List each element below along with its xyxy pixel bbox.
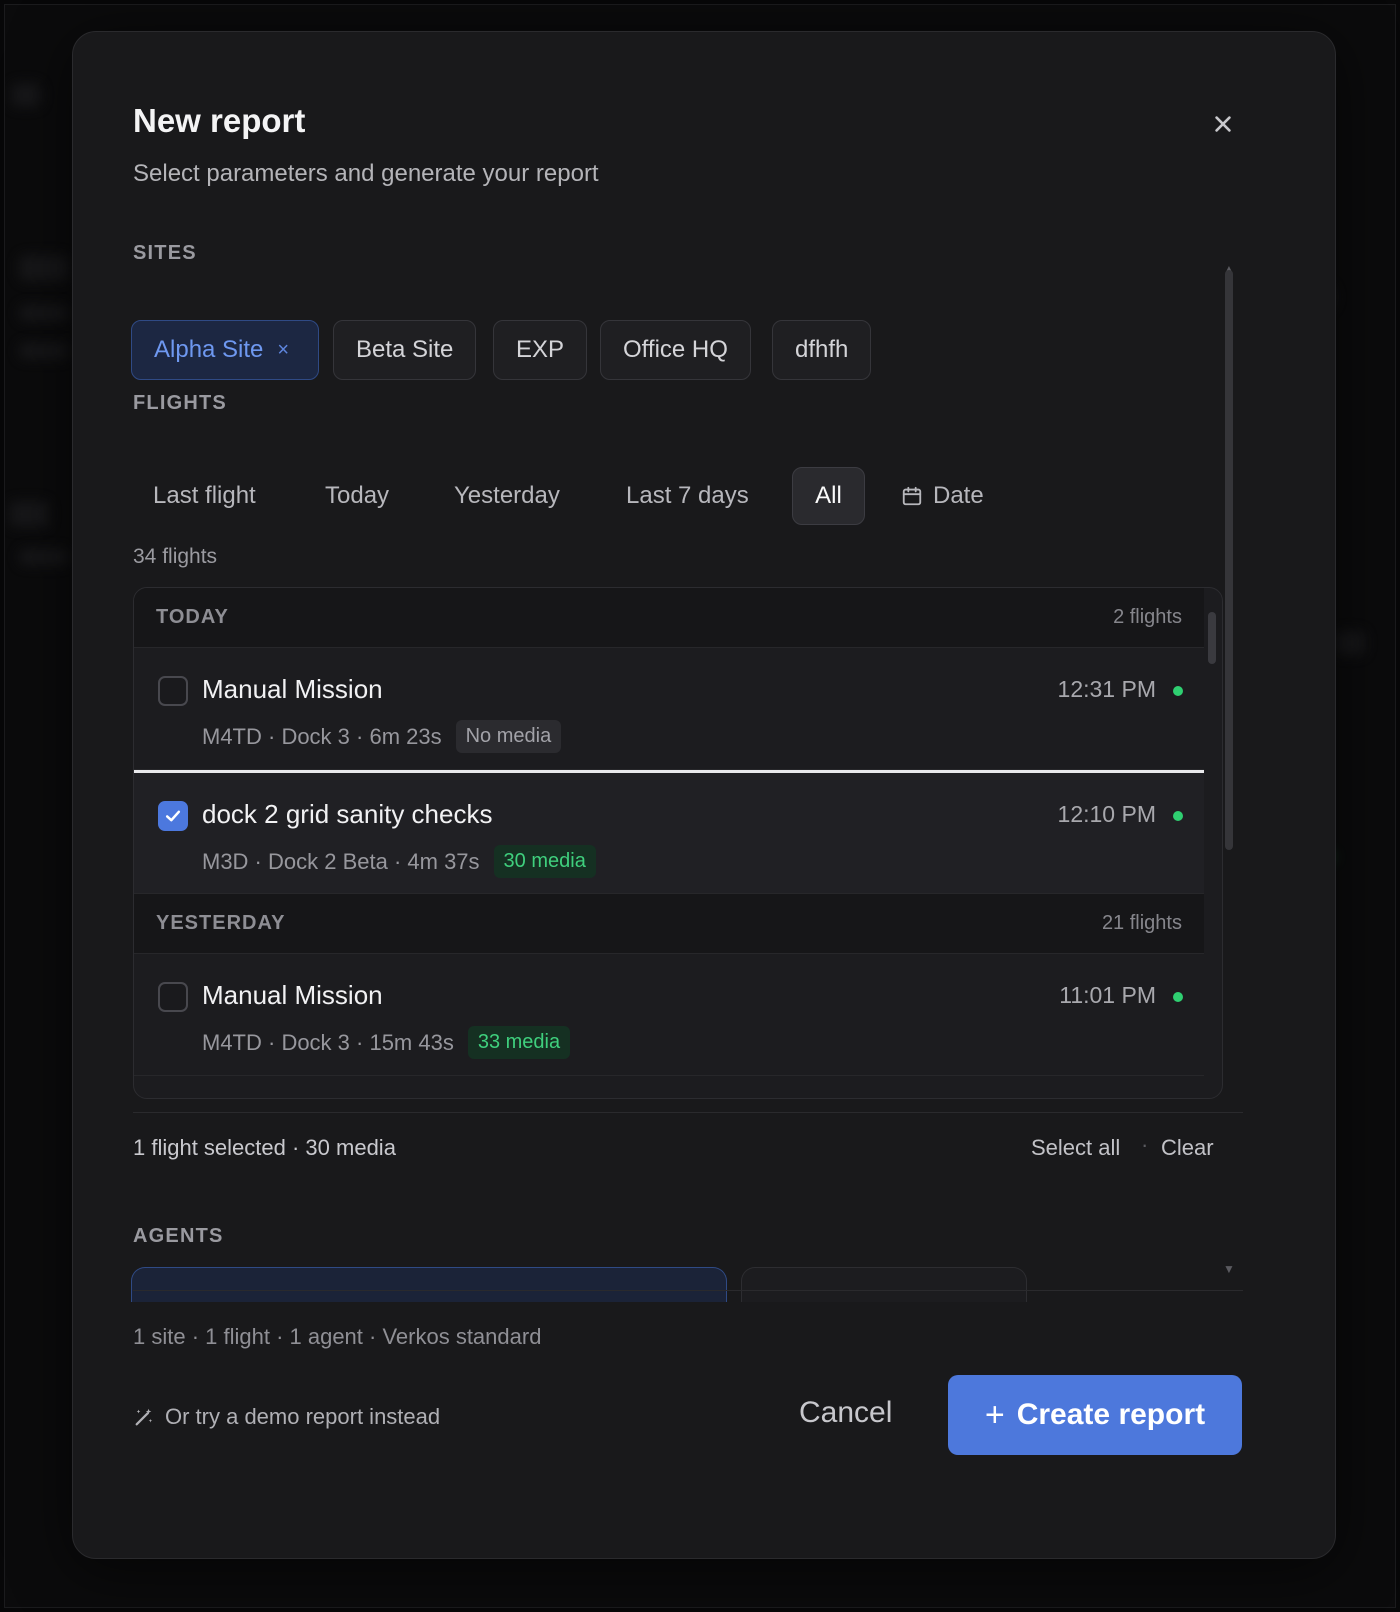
flight-filter-date[interactable]: Date <box>879 467 1006 525</box>
report-summary: 1 site · 1 flight · 1 agent · Verkos sta… <box>133 1324 542 1349</box>
group-label: TODAY <box>156 606 229 628</box>
flight-count: 34 flights <box>133 545 218 568</box>
site-chip-beta-site[interactable]: Beta Site <box>333 320 477 380</box>
dialog-subtitle: Select parameters and generate your repo… <box>133 160 599 187</box>
create-report-label: Create report <box>1016 1398 1206 1431</box>
flight-details: M4TD · Dock 3 · 6m 23s <box>202 723 442 749</box>
close-icon <box>1215 116 1231 132</box>
site-chip-label: Alpha Site <box>154 336 264 363</box>
plus-icon: + <box>984 1395 1005 1434</box>
backdrop-blur <box>19 305 69 321</box>
checkmark-icon <box>165 810 181 822</box>
divider <box>133 1112 1243 1113</box>
site-chip-alpha-site[interactable]: Alpha Site × <box>131 320 319 380</box>
status-dot-icon <box>1173 686 1183 696</box>
magic-wand-icon <box>135 1408 153 1426</box>
flight-filter-date-label: Date <box>933 482 984 509</box>
dialog-title: New report <box>133 102 306 139</box>
flight-name: Manual Mission <box>202 980 383 1010</box>
create-report-button[interactable]: + Create report <box>948 1375 1242 1455</box>
site-chip-label: dfhfh <box>795 336 849 363</box>
group-header-yesterday: YESTERDAY 21 flights <box>134 894 1204 954</box>
flight-name: Manual Mission <box>202 674 383 704</box>
flight-details: M4TD · Dock 3 · 15m 43s <box>202 1029 454 1055</box>
flights-section-label: FLIGHTS <box>133 392 227 414</box>
flight-time: 12:10 PM <box>1057 801 1156 827</box>
flight-filter-yesterday[interactable]: Yesterday <box>432 467 582 525</box>
sites-section-label: SITES <box>133 242 197 264</box>
site-chip-label: Office HQ <box>623 336 728 363</box>
backdrop-blur <box>19 255 69 281</box>
site-chip-exp[interactable]: EXP <box>493 320 588 380</box>
backdrop-blur <box>19 343 69 359</box>
flight-list[interactable]: TODAY 2 flights Manual Mission M4TD · Do… <box>133 587 1223 1099</box>
flight-checkbox-checked[interactable] <box>158 801 188 831</box>
flight-meta: M4TD · Dock 3 · 15m 43s 33 media <box>202 1026 571 1059</box>
scroll-down-icon[interactable]: ▼ <box>1223 1262 1235 1276</box>
agents-section-label: AGENTS <box>133 1225 224 1247</box>
flight-row[interactable]: Manual Mission M4TD · Dock 3 · 15m 43s 3… <box>134 954 1204 1076</box>
site-chip-label: EXP <box>516 336 565 363</box>
agent-card-selected[interactable] <box>131 1267 727 1302</box>
flight-time: 11:01 PM <box>1059 982 1156 1008</box>
new-report-dialog: New report Select parameters and generat… <box>72 31 1336 1559</box>
status-dot-icon <box>1173 811 1183 821</box>
site-chip-office-hq[interactable]: Office HQ <box>600 320 751 380</box>
remove-site-icon[interactable]: × <box>277 339 289 362</box>
group-header-today: TODAY 2 flights <box>134 588 1204 648</box>
backdrop-blur <box>1335 631 1365 655</box>
flight-filter-today[interactable]: Today <box>303 467 411 525</box>
backdrop-blur <box>11 83 41 107</box>
group-label: YESTERDAY <box>156 912 286 934</box>
site-chip-label: Beta Site <box>356 336 454 363</box>
backdrop-blur <box>19 549 69 565</box>
flight-meta: M3D · Dock 2 Beta · 4m 37s 30 media <box>202 845 596 878</box>
agent-card[interactable] <box>741 1267 1027 1302</box>
backdrop-blur <box>9 501 49 527</box>
flight-details: M3D · Dock 2 Beta · 4m 37s <box>202 848 480 874</box>
flight-meta: M4TD · Dock 3 · 6m 23s No media <box>202 720 562 753</box>
flight-filter-last-7-days[interactable]: Last 7 days <box>604 467 771 525</box>
list-scrollbar-thumb[interactable] <box>1208 612 1216 664</box>
flight-filter-last-flight[interactable]: Last flight <box>131 467 278 525</box>
flight-row-selected[interactable]: dock 2 grid sanity checks M3D · Dock 2 B… <box>134 770 1204 894</box>
separator: · <box>1141 1132 1149 1157</box>
dialog-scroll-area[interactable]: SITES Alpha Site × Beta Site EXP Office … <box>73 242 1335 1302</box>
demo-report-link[interactable]: Or try a demo report instead <box>133 1404 440 1430</box>
flight-filter-all[interactable]: All <box>792 467 865 525</box>
flight-checkbox[interactable] <box>158 982 188 1012</box>
cancel-button[interactable]: Cancel <box>799 1396 892 1430</box>
media-badge: 30 media <box>493 845 596 878</box>
media-badge: 33 media <box>467 1026 571 1059</box>
group-count: 2 flights <box>1113 606 1182 628</box>
selection-summary: 1 flight selected · 30 media <box>133 1135 396 1160</box>
calendar-icon <box>902 486 922 506</box>
flight-time: 12:31 PM <box>1057 676 1156 702</box>
footer-divider <box>133 1290 1243 1291</box>
flight-checkbox[interactable] <box>158 676 188 706</box>
clear-button[interactable]: Clear <box>1161 1135 1214 1161</box>
group-count: 21 flights <box>1101 912 1182 934</box>
flight-row[interactable]: Manual Mission M4TD · Dock 3 · 6m 23s No… <box>134 648 1204 770</box>
select-all-button[interactable]: Select all <box>1031 1135 1120 1161</box>
media-badge: No media <box>455 720 562 753</box>
flight-name: dock 2 grid sanity checks <box>202 799 493 829</box>
dialog-scrollbar-thumb[interactable] <box>1225 270 1233 850</box>
demo-report-label: Or try a demo report instead <box>165 1404 441 1429</box>
close-button[interactable] <box>1203 104 1243 144</box>
site-chip-dfhfh[interactable]: dfhfh <box>772 320 872 380</box>
status-dot-icon <box>1173 992 1183 1002</box>
